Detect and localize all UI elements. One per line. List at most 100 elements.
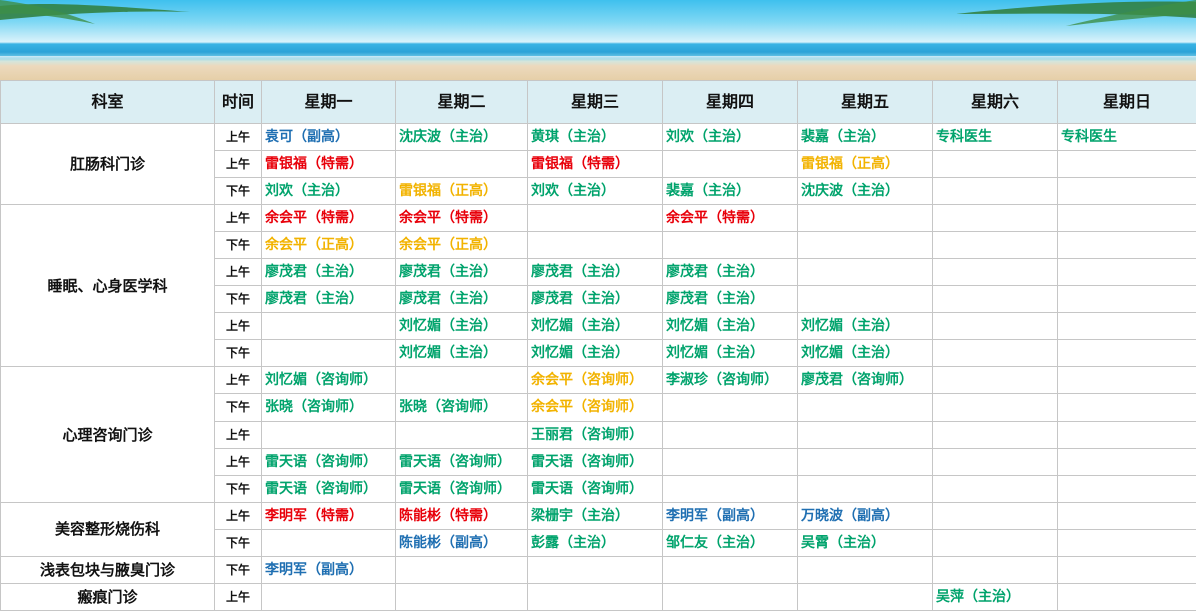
empty-cell[interactable]: [1057, 177, 1196, 206]
department-name[interactable]: 浅表包块与腋臭门诊: [0, 555, 215, 584]
doctor-cell[interactable]: 李淑珍（咨询师）: [662, 366, 798, 395]
doctor-cell[interactable]: 雷天语（咨询师）: [261, 447, 396, 476]
time-slot[interactable]: 上午: [214, 150, 262, 179]
doctor-cell[interactable]: 刘欢（主治）: [527, 177, 663, 206]
empty-cell[interactable]: [395, 150, 528, 179]
empty-cell[interactable]: [932, 447, 1058, 476]
time-slot[interactable]: 下午: [214, 474, 262, 503]
department-name[interactable]: 心理咨询门诊: [0, 366, 215, 503]
doctor-cell[interactable]: 专科医生: [932, 122, 1058, 152]
empty-cell[interactable]: [1057, 555, 1196, 584]
doctor-cell[interactable]: 雷银福（特需）: [527, 150, 663, 179]
empty-cell[interactable]: [932, 204, 1058, 233]
doctor-cell[interactable]: 裴嘉（主治）: [797, 122, 933, 152]
doctor-cell[interactable]: 雷银福（特需）: [261, 150, 396, 179]
doctor-cell[interactable]: 彭露（主治）: [527, 528, 663, 557]
doctor-cell[interactable]: 刘忆媚（咨询师）: [261, 366, 396, 395]
doctor-cell[interactable]: 裴嘉（主治）: [662, 177, 798, 206]
doctor-cell[interactable]: 刘忆媚（主治）: [395, 312, 528, 341]
doctor-cell[interactable]: 陈能彬（副高）: [395, 528, 528, 557]
doctor-cell[interactable]: 张晓（咨询师）: [261, 393, 396, 422]
doctor-cell[interactable]: 沈庆波（主治）: [395, 122, 528, 152]
doctor-cell[interactable]: 刘欢（主治）: [261, 177, 396, 206]
empty-cell[interactable]: [261, 312, 396, 341]
doctor-cell[interactable]: 刘欢（主治）: [662, 122, 798, 152]
doctor-cell[interactable]: 刘忆媚（主治）: [527, 339, 663, 368]
empty-cell[interactable]: [527, 555, 663, 584]
doctor-cell[interactable]: 雷天语（咨询师）: [261, 474, 396, 503]
doctor-cell[interactable]: 李明军（副高）: [662, 501, 798, 530]
doctor-cell[interactable]: 余会平（正高）: [395, 231, 528, 260]
doctor-cell[interactable]: 雷银福（正高）: [797, 150, 933, 179]
empty-cell[interactable]: [1057, 420, 1196, 449]
doctor-cell[interactable]: 雷天语（咨询师）: [395, 474, 528, 503]
doctor-cell[interactable]: 廖茂君（主治）: [395, 258, 528, 287]
empty-cell[interactable]: [797, 285, 933, 314]
time-slot[interactable]: 下午: [214, 393, 262, 422]
department-name[interactable]: 肛肠科门诊: [0, 122, 215, 206]
time-slot[interactable]: 上午: [214, 312, 262, 341]
empty-cell[interactable]: [1057, 528, 1196, 557]
empty-cell[interactable]: [932, 501, 1058, 530]
doctor-cell[interactable]: 雷天语（咨询师）: [527, 474, 663, 503]
time-slot[interactable]: 下午: [214, 177, 262, 206]
time-slot[interactable]: 下午: [214, 339, 262, 368]
doctor-cell[interactable]: 刘忆媚（主治）: [527, 312, 663, 341]
doctor-cell[interactable]: 雷银福（正高）: [395, 177, 528, 206]
time-slot[interactable]: 上午: [214, 258, 262, 287]
empty-cell[interactable]: [662, 420, 798, 449]
empty-cell[interactable]: [395, 366, 528, 395]
empty-cell[interactable]: [1057, 393, 1196, 422]
empty-cell[interactable]: [932, 285, 1058, 314]
doctor-cell[interactable]: 廖茂君（主治）: [662, 285, 798, 314]
empty-cell[interactable]: [261, 528, 396, 557]
empty-cell[interactable]: [662, 231, 798, 260]
empty-cell[interactable]: [932, 312, 1058, 341]
doctor-cell[interactable]: 雷天语（咨询师）: [395, 447, 528, 476]
empty-cell[interactable]: [527, 582, 663, 611]
empty-cell[interactable]: [1057, 582, 1196, 611]
empty-cell[interactable]: [932, 555, 1058, 584]
empty-cell[interactable]: [1057, 366, 1196, 395]
time-slot[interactable]: 上午: [214, 420, 262, 449]
empty-cell[interactable]: [932, 474, 1058, 503]
empty-cell[interactable]: [261, 339, 396, 368]
empty-cell[interactable]: [527, 231, 663, 260]
empty-cell[interactable]: [662, 447, 798, 476]
empty-cell[interactable]: [1057, 312, 1196, 341]
department-name[interactable]: 美容整形烧伤科: [0, 501, 215, 557]
empty-cell[interactable]: [261, 582, 396, 611]
doctor-cell[interactable]: 余会平（特需）: [395, 204, 528, 233]
time-slot[interactable]: 上午: [214, 204, 262, 233]
doctor-cell[interactable]: 陈能彬（特需）: [395, 501, 528, 530]
doctor-cell[interactable]: 黄琪（主治）: [527, 122, 663, 152]
doctor-cell[interactable]: 余会平（咨询师）: [527, 366, 663, 395]
time-slot[interactable]: 下午: [214, 285, 262, 314]
time-slot[interactable]: 上午: [214, 447, 262, 476]
department-name[interactable]: 瘢痕门诊: [0, 582, 215, 611]
empty-cell[interactable]: [1057, 501, 1196, 530]
doctor-cell[interactable]: 余会平（正高）: [261, 231, 396, 260]
empty-cell[interactable]: [797, 231, 933, 260]
doctor-cell[interactable]: 吴霄（主治）: [797, 528, 933, 557]
doctor-cell[interactable]: 专科医生: [1057, 122, 1196, 152]
empty-cell[interactable]: [1057, 447, 1196, 476]
empty-cell[interactable]: [1057, 474, 1196, 503]
time-slot[interactable]: 上午: [214, 366, 262, 395]
doctor-cell[interactable]: 廖茂君（主治）: [261, 285, 396, 314]
doctor-cell[interactable]: 张晓（咨询师）: [395, 393, 528, 422]
doctor-cell[interactable]: 梁栅宇（主治）: [527, 501, 663, 530]
doctor-cell[interactable]: 余会平（特需）: [662, 204, 798, 233]
doctor-cell[interactable]: 刘忆媚（主治）: [797, 339, 933, 368]
doctor-cell[interactable]: 余会平（咨询师）: [527, 393, 663, 422]
empty-cell[interactable]: [662, 582, 798, 611]
doctor-cell[interactable]: 李明军（特需）: [261, 501, 396, 530]
empty-cell[interactable]: [662, 150, 798, 179]
empty-cell[interactable]: [797, 555, 933, 584]
empty-cell[interactable]: [797, 204, 933, 233]
empty-cell[interactable]: [797, 582, 933, 611]
doctor-cell[interactable]: 刘忆媚（主治）: [395, 339, 528, 368]
empty-cell[interactable]: [797, 258, 933, 287]
empty-cell[interactable]: [1057, 285, 1196, 314]
empty-cell[interactable]: [932, 339, 1058, 368]
